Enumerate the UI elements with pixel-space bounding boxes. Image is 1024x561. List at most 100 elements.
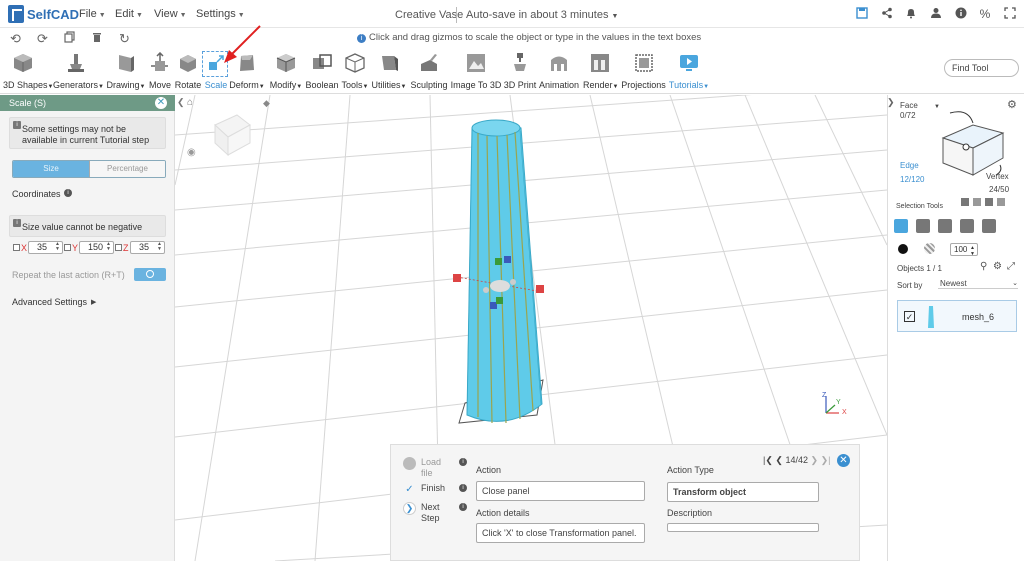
fullscreen-icon[interactable] [1003,7,1017,21]
last-page-icon[interactable]: ❯| [821,455,831,465]
select-edge-icon[interactable] [938,219,952,233]
tool-tools[interactable]: Tools▼ [341,50,369,93]
animation-icon [551,56,567,71]
tool-rotate[interactable]: Rotate [174,50,202,93]
y-lock-checkbox[interactable] [64,244,71,252]
select-group-icon[interactable] [982,219,996,233]
tool-move[interactable]: Move [148,50,172,93]
expand-icon[interactable]: ⤢ [1007,261,1015,272]
edge-mode[interactable]: Edge [900,161,919,170]
selection-mode-cube[interactable] [918,103,1013,178]
mode-percentage-button[interactable]: Percentage [89,161,165,177]
advanced-settings-toggle[interactable]: Advanced Settings [12,297,87,307]
collapse-left-icon[interactable]: ❮ [177,97,185,108]
action-type-field: Transform object [667,482,819,502]
repeat-last-action-button[interactable] [134,268,166,281]
axis-z-label: Z [822,392,827,399]
vase-mesh[interactable] [466,119,543,424]
invert-select-icon[interactable] [997,198,1005,206]
user-icon[interactable] [929,7,943,21]
spinner-arrows-icon[interactable]: ▲ ▼ [106,242,111,252]
object-settings-icon[interactable]: ⚙ [993,261,1002,272]
z-axis-toggle[interactable]: Z [115,242,129,253]
expand-arrow-icon[interactable]: ▶ [91,298,96,306]
z-size-input[interactable]: 35 ▲ ▼ [130,241,165,254]
object-list-item[interactable]: ✓ mesh_6 [897,300,1017,332]
annotation-arrow-icon [224,25,261,63]
sort-select[interactable]: Newest ⌄ [938,279,1018,289]
paint-select-icon[interactable] [973,198,981,206]
tool-tutorials[interactable]: Tutorials▼ [668,50,710,93]
x-axis-toggle[interactable]: X [13,242,27,253]
redo-icon[interactable]: ⟳ [37,31,48,47]
spinner-arrows-icon[interactable]: ▲ ▼ [157,242,162,252]
home-icon[interactable]: ⌂ [187,97,193,108]
tool-utilities[interactable]: Utilities▼ [371,50,407,93]
menu-view[interactable]: View ▼ [154,8,187,20]
select-object-icon[interactable] [894,219,908,233]
coordinates-info-icon[interactable]: i [64,189,72,197]
next-page-icon[interactable]: ❯ [811,455,819,465]
tool-3d-shapes[interactable]: 3D Shapes▼ [3,50,53,93]
vertex-mode[interactable]: Vertex [986,172,1009,181]
select-face-icon[interactable] [916,219,930,233]
spinner-arrows-icon[interactable]: ▲ ▼ [55,242,60,252]
info-icon: i [13,121,21,129]
save-icon[interactable] [855,7,869,21]
undo-icon[interactable]: ⟲ [10,31,21,47]
step-info-icon[interactable]: i [459,503,467,511]
menu-settings[interactable]: Settings ▼ [196,8,245,20]
x-lock-checkbox[interactable] [13,244,20,252]
tool-animation[interactable]: Animation [538,50,580,93]
search-icon[interactable]: ⚲ [980,261,987,272]
tool-projections[interactable]: Projections [621,50,666,93]
menu-file[interactable]: File ▼ [79,8,106,20]
app-logo[interactable]: SelfCAD [8,5,79,23]
find-tool-input[interactable]: Find Tool [944,59,1019,77]
menu-edit[interactable]: Edit ▼ [115,8,143,20]
tool-generators[interactable]: Generators▼ [53,50,104,93]
tool-drawing[interactable]: Drawing▼ [106,50,146,93]
texture-icon[interactable] [924,243,935,254]
percent-icon[interactable]: % [978,7,992,21]
z-lock-checkbox[interactable] [115,244,122,252]
close-panel-button[interactable]: ✕ [155,97,167,109]
x-size-input[interactable]: 35 ▲ ▼ [28,241,63,254]
tool-sculpting[interactable]: Sculpting [410,50,448,93]
light-icon[interactable]: ◆ [263,98,270,109]
negative-size-note: i Size value cannot be negative [9,215,166,237]
bell-icon[interactable] [904,7,918,21]
select-vertex-icon[interactable] [960,219,974,233]
object-visibility-checkbox[interactable]: ✓ [904,311,915,322]
autosave-status[interactable]: Auto-save in about 3 minutes ▼ [466,9,618,21]
info-icon[interactable] [954,7,968,21]
sculpting-icon [421,54,437,71]
first-page-icon[interactable]: |❮ [763,455,773,465]
view-cube[interactable] [214,114,251,157]
copy-icon[interactable] [64,31,75,46]
opacity-input[interactable]: 100 ▲ ▼ [950,243,978,257]
tool-image-to-3d[interactable]: Image To 3D [450,50,502,93]
step-info-icon[interactable]: i [459,458,467,466]
tool-modify[interactable]: Modify▼ [268,50,304,93]
coordinates-label: Coordinates [12,189,61,199]
trash-icon[interactable] [92,31,102,46]
y-size-input[interactable]: 150 ▲ ▼ [79,241,114,254]
tool-render[interactable]: Render▼ [583,50,618,93]
box-select-icon[interactable] [985,198,993,206]
prev-page-icon[interactable]: ❮ [775,455,783,465]
tool-boolean[interactable]: Boolean [305,50,339,93]
mode-size-button[interactable]: Size [13,161,89,177]
reset-icon[interactable]: ↻ [119,31,130,47]
axis-y-label: Y [836,399,841,406]
document-title[interactable]: Creative Vase [395,9,463,21]
close-tutorial-button[interactable]: ✕ [837,454,850,467]
color-swatch-icon[interactable] [898,244,908,254]
tool-3d-print[interactable]: 3D Print [503,50,537,93]
share-icon[interactable] [880,7,894,21]
camera-icon[interactable]: ◉ [187,147,196,158]
lasso-icon[interactable] [961,198,969,206]
collapse-right-icon[interactable]: ❯ [887,97,895,108]
y-axis-toggle[interactable]: Y [64,242,78,253]
step-info-icon[interactable]: i [459,484,467,492]
